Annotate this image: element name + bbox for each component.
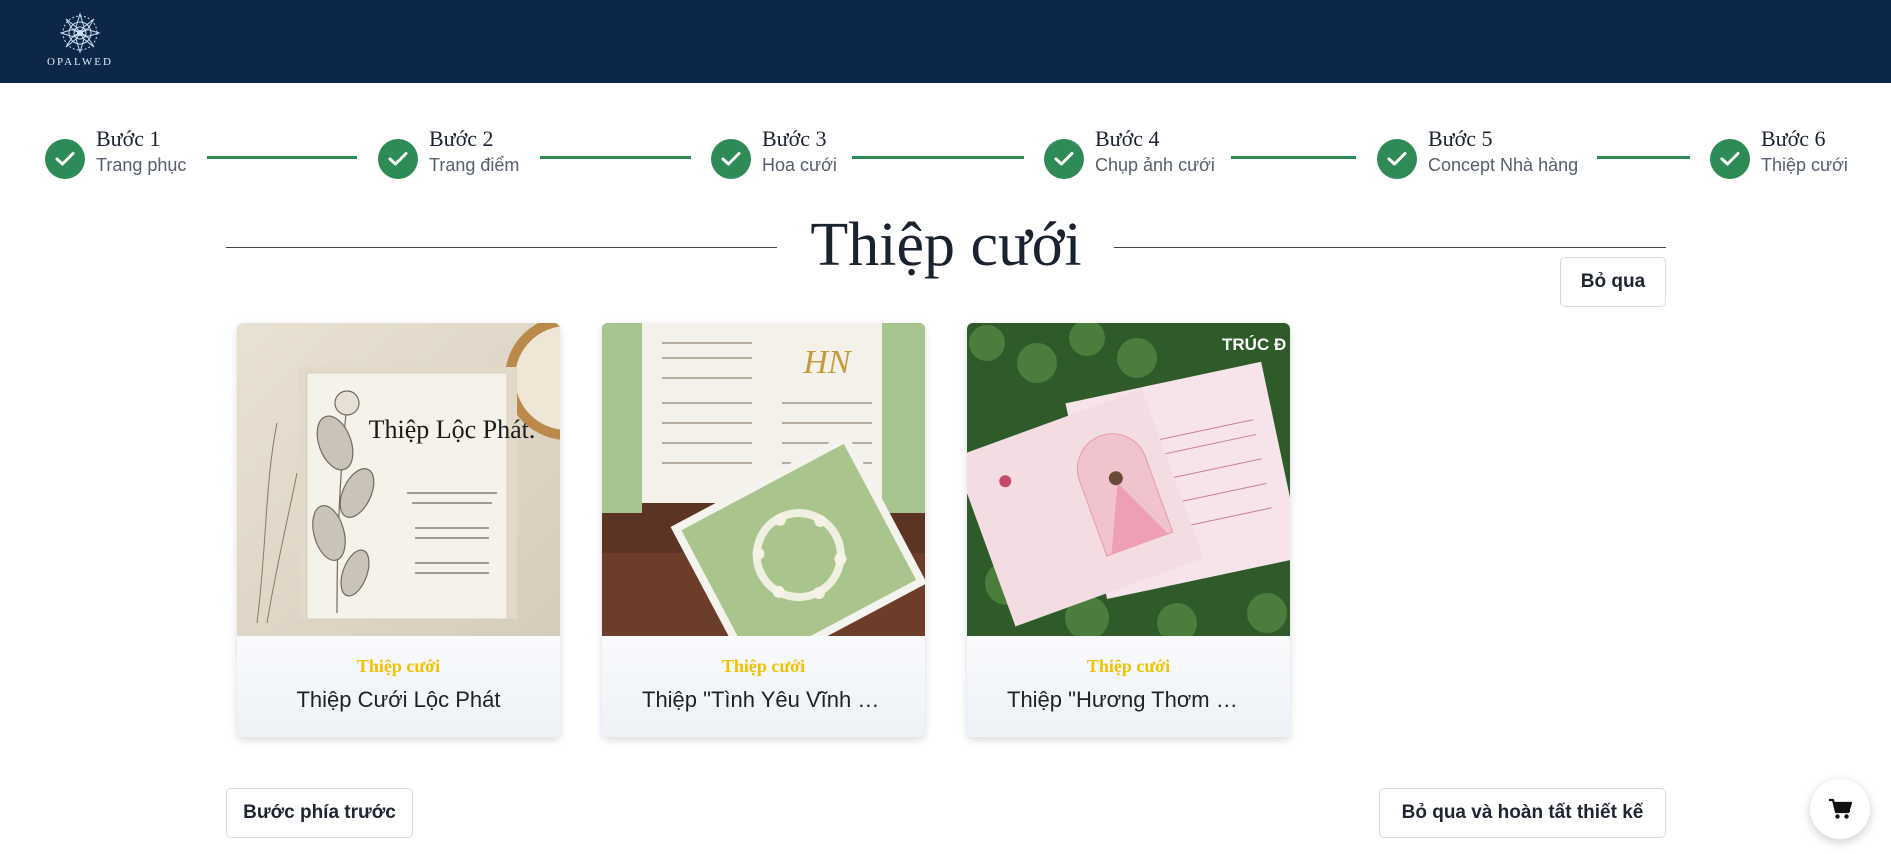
step-subtitle: Hoa cưới [762, 155, 837, 175]
step-title: Bước 4 [1095, 126, 1160, 151]
step-subtitle: Trang điểm [429, 155, 520, 175]
step-title: Bước 5 [1428, 126, 1493, 151]
product-card[interactable]: TRÚC Đ P010 Thiệp cưới Thiệp "Hương Thơm… [967, 323, 1290, 737]
step-title: Bước 1 [96, 126, 161, 151]
check-circle-icon [1377, 139, 1417, 179]
logo[interactable]: OPALWED [40, 12, 120, 68]
step-connector [540, 156, 691, 159]
step-6[interactable]: Bước 6 Thiệp cưới [1710, 126, 1848, 186]
cart-icon [1829, 798, 1852, 819]
section-heading: Thiệp cưới [226, 205, 1666, 285]
card-image-text: TRÚC Đ P010 [1222, 335, 1290, 354]
step-title: Bước 2 [429, 126, 494, 151]
check-circle-icon [1044, 139, 1084, 179]
skip-and-finish-button[interactable]: Bỏ qua và hoàn tất thiết kế [1379, 788, 1666, 838]
step-connector [207, 156, 357, 159]
card-category: Thiệp cưới [1086, 656, 1171, 676]
card-image: HN [602, 323, 925, 636]
check-circle-icon [45, 139, 85, 179]
page-title: Thiệp cưới [810, 211, 1082, 279]
card-category: Thiệp cưới [356, 656, 441, 676]
step-4[interactable]: Bước 4 Chụp ảnh cưới [1044, 126, 1215, 186]
cart-button[interactable] [1810, 779, 1870, 839]
top-navbar: OPALWED [0, 0, 1891, 83]
card-title[interactable]: Thiệp Cưới Lộc Phát [237, 687, 560, 713]
card-image: TRÚC Đ P010 [967, 323, 1290, 636]
logo-text: OPALWED [47, 56, 113, 68]
card-title[interactable]: Thiệp "Hương Thơm Hạnh Phúc" [967, 687, 1290, 713]
svg-text:HN: HN [802, 344, 853, 381]
card-image: Thiệp Lộc Phát. [237, 323, 560, 636]
step-5[interactable]: Bước 5 Concept Nhà hàng [1377, 126, 1578, 186]
card-image-text: Thiệp Lộc Phát. [369, 415, 536, 444]
step-title: Bước 6 [1761, 126, 1826, 151]
card-title[interactable]: Thiệp "Tình Yêu Vĩnh Cửu" [602, 687, 925, 713]
step-2[interactable]: Bước 2 Trang điểm [378, 126, 519, 186]
product-card[interactable]: HN Thiệp cưới Thiệp "Tình Yêu Vĩnh Cửu" [602, 323, 925, 737]
mandala-logo-icon [59, 12, 101, 54]
card-category: Thiệp cưới [721, 656, 806, 676]
step-connector [1231, 156, 1356, 159]
step-3[interactable]: Bước 3 Hoa cưới [711, 126, 837, 186]
step-title: Bước 3 [762, 126, 827, 151]
step-subtitle: Trang phục [96, 155, 187, 175]
step-1[interactable]: Bước 1 Trang phục [45, 126, 186, 186]
product-card[interactable]: Thiệp Lộc Phát. Thiệp cưới Thiệp Cưới Lộ… [237, 323, 560, 737]
heading-divider-right [1114, 247, 1666, 248]
step-connector [852, 156, 1024, 159]
check-circle-icon [711, 139, 751, 179]
step-connector [1597, 156, 1690, 159]
step-subtitle: Concept Nhà hàng [1428, 155, 1579, 175]
check-circle-icon [378, 139, 418, 179]
progress-stepper: Bước 1 Trang phục Bước 2 Trang điểm Bước… [45, 126, 1855, 186]
step-subtitle: Thiệp cưới [1761, 155, 1848, 175]
previous-step-button[interactable]: Bước phía trước [226, 788, 413, 838]
step-subtitle: Chụp ảnh cưới [1095, 155, 1215, 175]
skip-button[interactable]: Bỏ qua [1560, 257, 1666, 307]
check-circle-icon [1710, 139, 1750, 179]
